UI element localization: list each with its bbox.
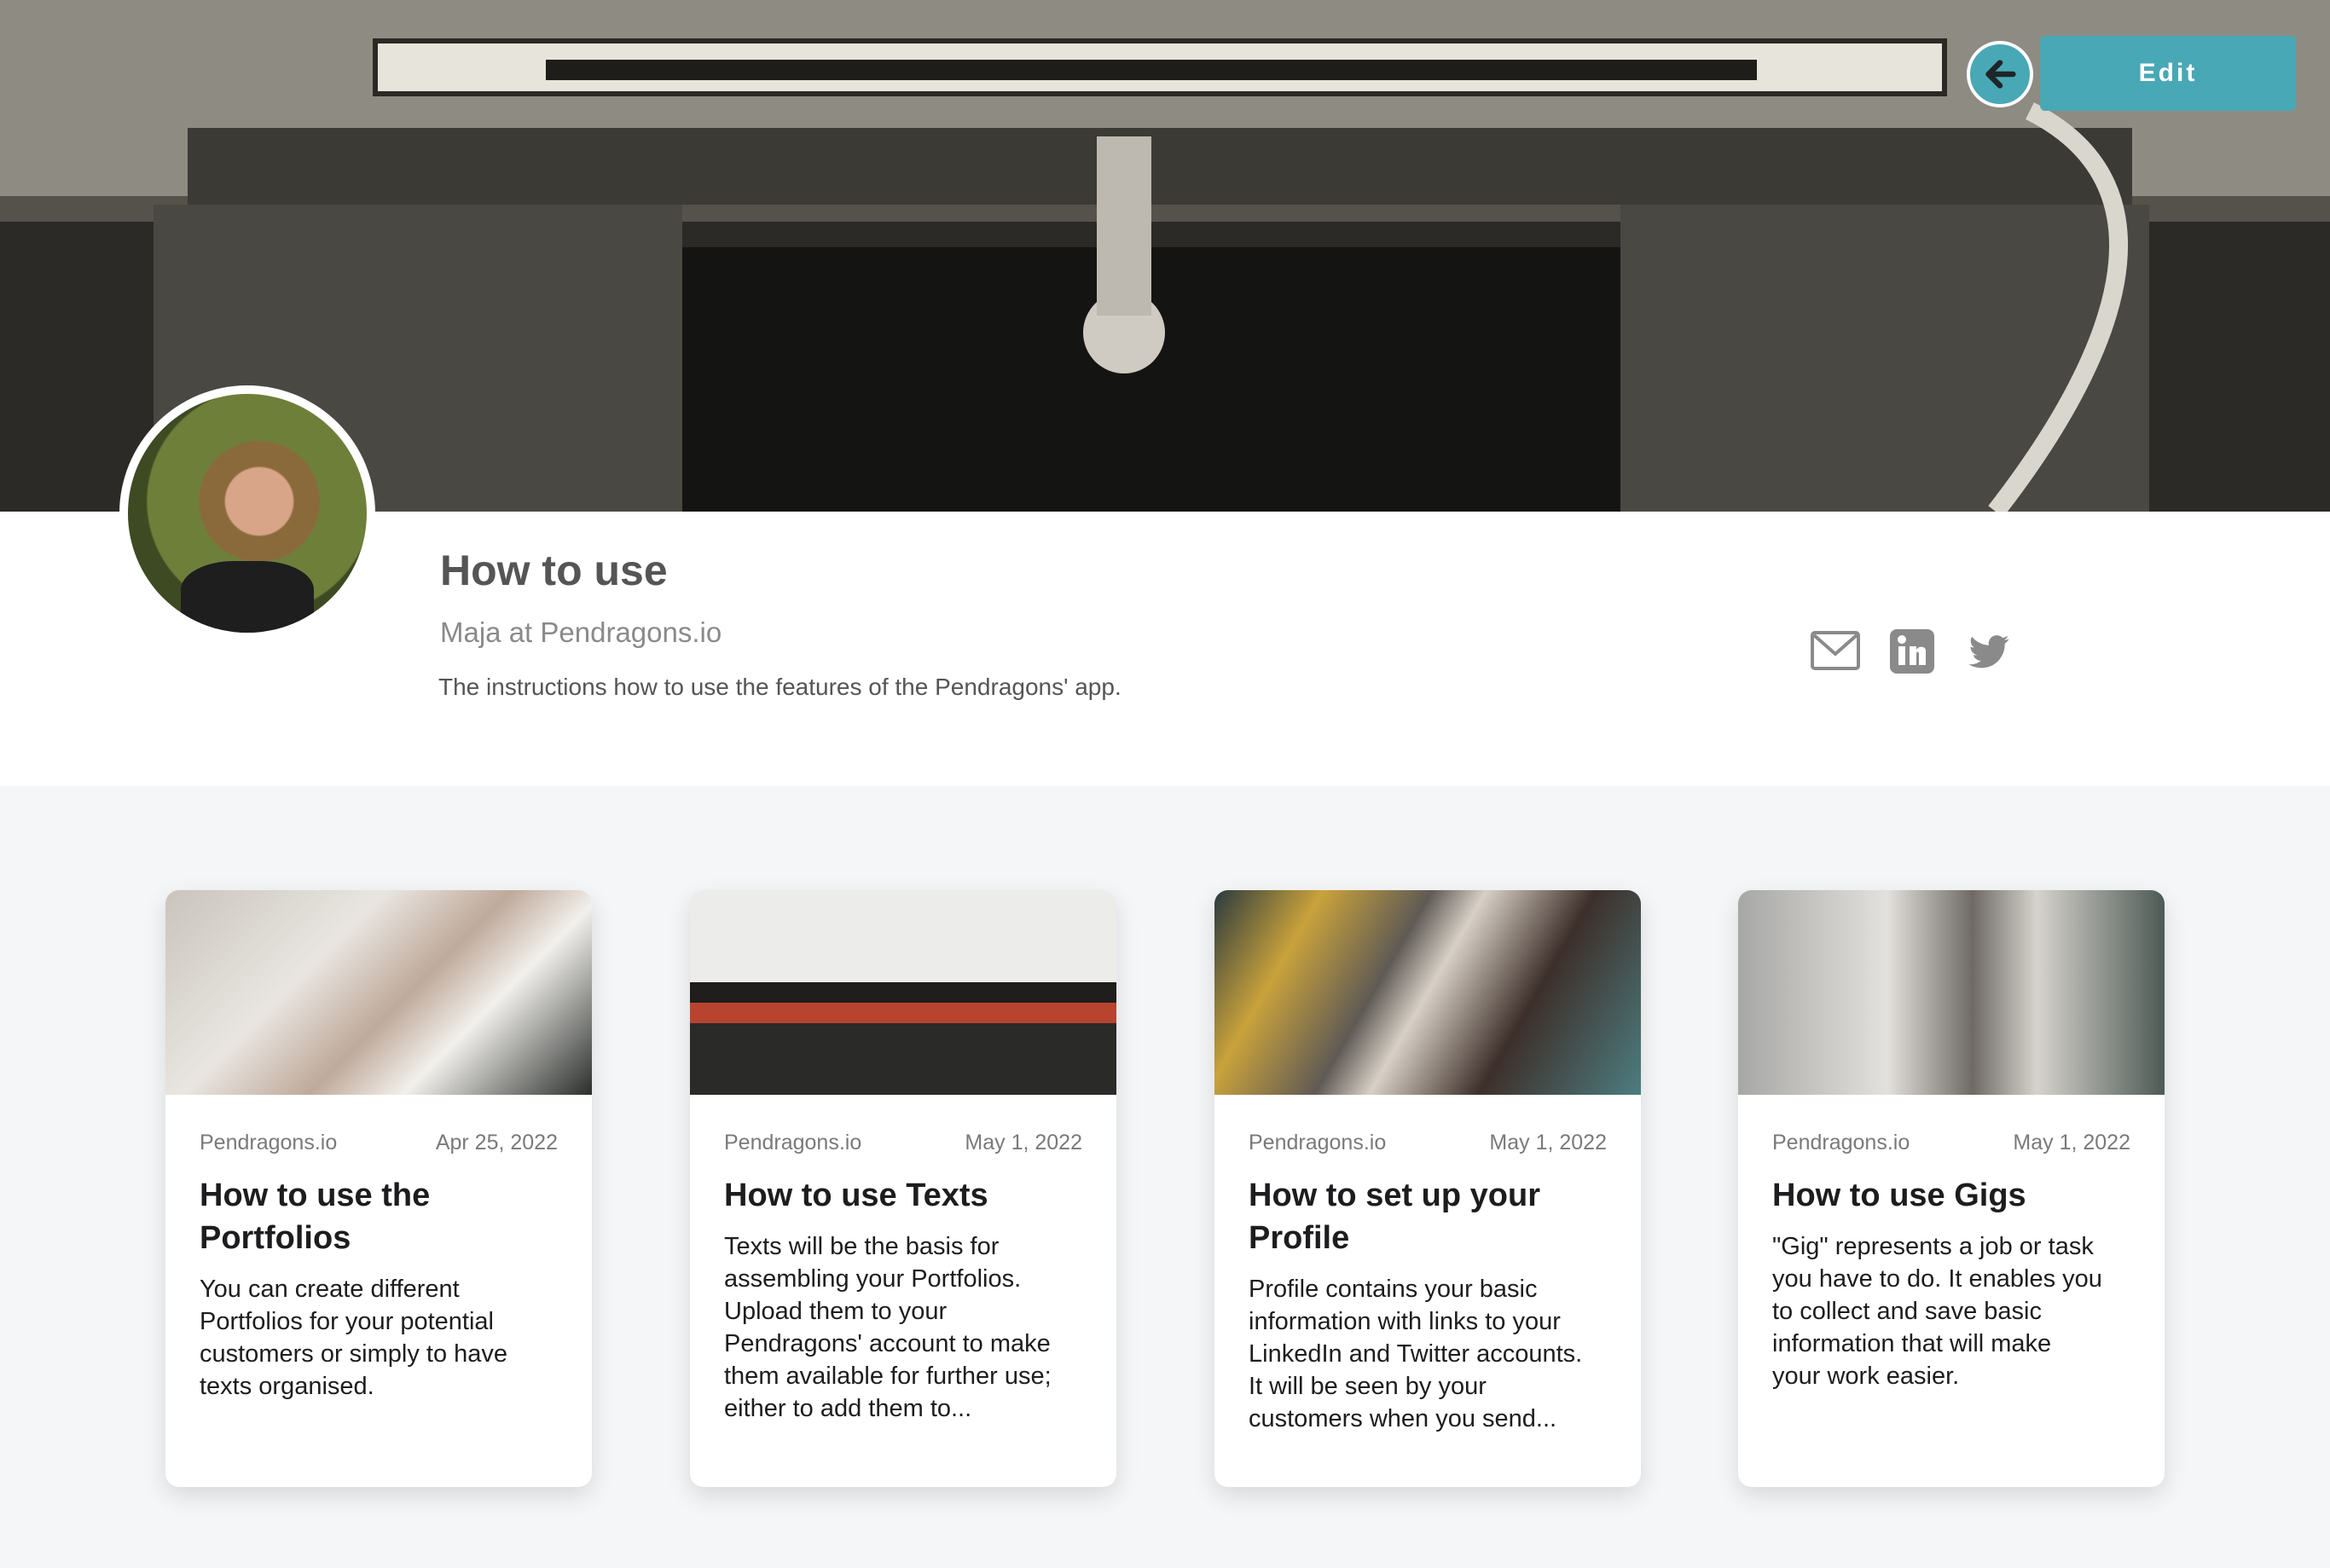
arrow-left-icon (1985, 60, 2016, 89)
card-source: Pendragons.io (724, 1131, 862, 1154)
card-thumbnail (1214, 890, 1641, 1095)
card-title: How to use Gigs (1772, 1177, 2026, 1213)
card-thumbnail (1738, 890, 2165, 1095)
card-title: How to set up your Profile (1249, 1177, 1540, 1256)
card-date: May 1, 2022 (1489, 1131, 1607, 1154)
card-source: Pendragons.io (1249, 1131, 1387, 1154)
card-thumbnail (690, 890, 1116, 1095)
card-date: May 1, 2022 (965, 1131, 1082, 1154)
linkedin-icon[interactable] (1887, 628, 1938, 675)
article-card[interactable]: Pendragons.io Apr 25, 2022 How to use the… (165, 890, 592, 1487)
card-source: Pendragons.io (200, 1131, 338, 1154)
profile-description: The instructions how to use the features… (438, 674, 1122, 700)
page-title: How to use (440, 547, 668, 594)
card-source: Pendragons.io (1772, 1131, 1910, 1154)
card-title: How to use the Portfolios (200, 1177, 431, 1256)
card-title: How to use Texts (724, 1177, 988, 1213)
article-card[interactable]: Pendragons.io May 1, 2022 How to use Text… (690, 890, 1116, 1487)
card-excerpt: Texts will be the basis for assembling yo… (724, 1233, 1052, 1422)
edit-button[interactable]: Edit (2040, 36, 2296, 111)
mail-icon[interactable] (1810, 628, 1861, 675)
card-thumbnail (165, 890, 592, 1095)
article-card[interactable]: Pendragons.io May 1, 2022 How to use Gigs… (1738, 890, 2165, 1487)
twitter-icon[interactable] (1963, 628, 2014, 675)
profile-subtitle: Maja at Pendragons.io (440, 616, 722, 648)
card-date: May 1, 2022 (2013, 1131, 2130, 1154)
card-excerpt: "Gig" represents a job or task you have t… (1772, 1233, 2102, 1390)
card-date: Apr 25, 2022 (435, 1131, 558, 1154)
article-card[interactable]: Pendragons.io May 1, 2022 How to set up y… (1214, 890, 1641, 1487)
card-excerpt: Profile contains your basic information w… (1249, 1276, 1583, 1432)
card-excerpt: You can create different Portfolios for y… (200, 1276, 508, 1400)
avatar (119, 385, 375, 641)
avatar-photo (128, 394, 367, 633)
back-button[interactable] (1967, 41, 2033, 107)
